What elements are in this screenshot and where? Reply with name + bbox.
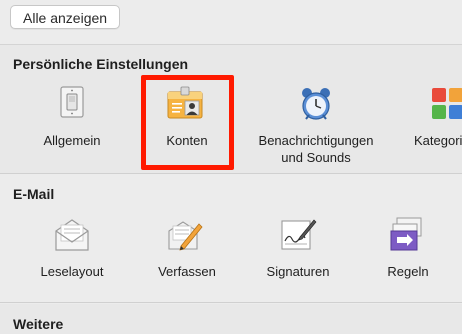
pref-rules-label: Regeln [387, 264, 429, 279]
toolbar: Alle anzeigen [0, 0, 462, 45]
pref-notifications-label-line2: und Sounds [281, 150, 351, 165]
alarm-clock-icon [302, 88, 330, 120]
pref-rules[interactable]: Regeln [366, 213, 450, 283]
section-title-other: Weitere [13, 316, 64, 332]
signature-icon [281, 219, 317, 250]
rules-icon [390, 217, 422, 251]
pref-reading-layout-label: Leselayout [40, 264, 104, 279]
envelope-icon [55, 219, 89, 251]
section-other: Weitere [0, 304, 462, 334]
pref-categories[interactable]: Kategori [408, 82, 462, 152]
pref-notifications-label-line1: Benachrichtigungen [258, 133, 374, 148]
pref-compose-label: Verfassen [158, 264, 216, 279]
light-switch-icon [60, 86, 84, 118]
pref-categories-label: Kategori [414, 133, 462, 148]
pref-compose[interactable]: Verfassen [145, 213, 229, 283]
section-title-email: E-Mail [13, 186, 55, 202]
highlight-frame [141, 75, 234, 170]
color-squares-icon [432, 88, 462, 119]
pref-notifications-sounds[interactable]: Benachrichtigungen und Sounds [246, 82, 386, 168]
pref-signatures-label: Signaturen [266, 264, 330, 279]
pref-general-label: Allgemein [43, 133, 101, 148]
pref-reading-layout[interactable]: Leselayout [30, 213, 114, 283]
pref-signatures[interactable]: Signaturen [256, 213, 340, 283]
section-title-personal: Persönliche Einstellungen [13, 56, 189, 72]
pref-general[interactable]: Allgemein [30, 82, 114, 152]
compose-icon [168, 221, 203, 251]
show-all-button[interactable]: Alle anzeigen [10, 5, 121, 29]
